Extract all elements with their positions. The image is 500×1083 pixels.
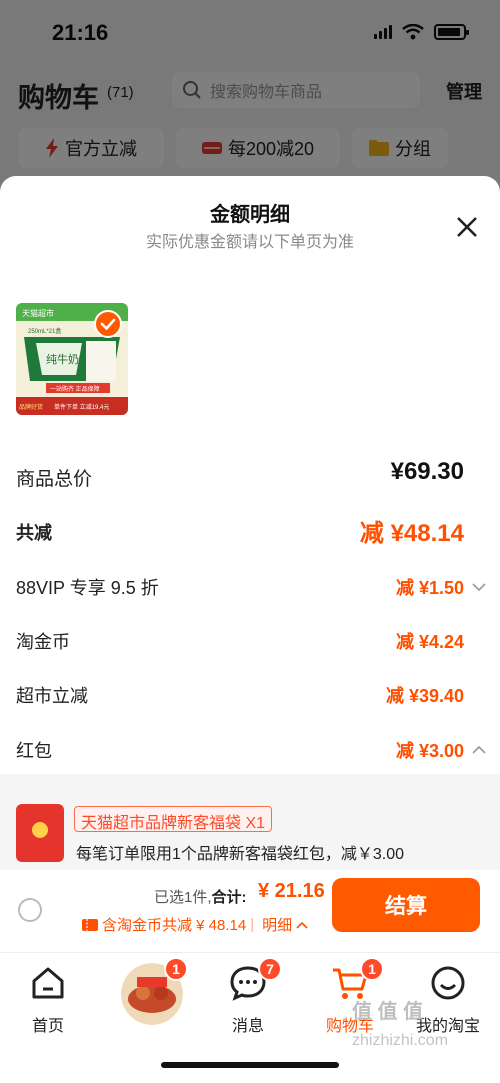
detail-value: ¥69.30 — [390, 458, 464, 485]
detail-row-88vip[interactable]: 88VIP 专享 9.5 折 减 ¥1.50 — [16, 574, 486, 604]
detail-row-taojinbi: 淘金币 减 ¥4.24 — [16, 628, 486, 658]
coupon-icon — [82, 918, 98, 931]
detail-value: 减 ¥3.00 — [395, 741, 464, 761]
detail-label: 商品总价 — [16, 469, 93, 490]
detail-row-hongbao[interactable]: 红包 减 ¥3.00 — [16, 737, 486, 767]
cart-badge: 1 — [360, 957, 384, 981]
selected-label: 已选1件, — [154, 889, 212, 906]
detail-label: 共减 — [16, 523, 52, 543]
close-icon[interactable] — [454, 214, 480, 240]
watermark-logo: 值 值 值 — [352, 1001, 424, 1023]
hongbao-tag: 天猫超市品牌新客福袋 X1 — [74, 806, 273, 832]
detail-row-supermarket-discount: 超市立减 减 ¥39.40 — [16, 682, 486, 712]
hongbao-detail: 天猫超市品牌新客福袋 X1 每笔订单限用1个品牌新客福袋红包，减￥3.00 — [0, 774, 500, 870]
amount-detail-sheet: 金额明细 实际优惠金额请以下单页为准 天猫超市 250mL*21盒 纯牛奶 一站… — [0, 176, 500, 1083]
smile-face-icon — [431, 966, 465, 1000]
tab-home[interactable]: 首页 — [8, 963, 88, 1036]
detail-value: 减 ¥1.50 — [395, 578, 464, 598]
chevron-down-icon[interactable] — [472, 582, 486, 592]
cart-page-background: 21:16 购物车 (71) 搜索购物车商品 管理 官 — [0, 0, 500, 200]
coin-discount-text: 含淘金币共减 ¥ 48.14 — [102, 917, 247, 934]
detail-value: 减 ¥39.40 — [385, 686, 464, 706]
product-bottom-text: 单件下单 立减19.4元 — [54, 403, 109, 411]
tab-label: 消息 — [231, 1018, 264, 1035]
select-all-radio[interactable] — [18, 898, 42, 922]
total-label: 合计: — [211, 889, 247, 906]
chevron-up-icon — [296, 921, 308, 929]
detail-link[interactable]: 明细 — [262, 914, 292, 935]
checkout-bar: 已选1件,合计: ¥ 21.16 含淘金币共减 ¥ 48.14 | 明细 结算 — [0, 870, 500, 952]
watermark-url: zhizhizhi.com — [352, 1032, 449, 1049]
detail-label: 红包 — [16, 741, 52, 761]
product-brand-tag: 天猫超市 — [22, 308, 54, 318]
home-indicator — [161, 1062, 339, 1068]
detail-label: 88VIP 专享 9.5 折 — [16, 578, 159, 598]
product-name: 纯牛奶 — [46, 352, 79, 366]
detail-value: 减 ¥48.14 — [359, 520, 464, 547]
detail-label: 超市立减 — [16, 686, 88, 706]
product-selected-check[interactable] — [94, 310, 122, 338]
chevron-up-icon[interactable] — [472, 745, 486, 755]
detail-label: 淘金币 — [16, 632, 70, 652]
total-value: ¥ 21.16 — [258, 880, 325, 902]
detail-row-total: 商品总价 ¥69.30 — [16, 458, 486, 494]
tab-messages[interactable]: 消息 7 — [208, 957, 288, 1036]
tab-label: 首页 — [31, 1018, 64, 1035]
messages-badge: 7 — [258, 957, 282, 981]
detail-value: 减 ¥4.24 — [395, 632, 464, 652]
red-envelope-icon — [16, 804, 64, 862]
check-icon — [100, 318, 116, 330]
product-promise: 一站购齐 正品保障 — [50, 385, 100, 393]
modal-overlay[interactable] — [0, 0, 500, 200]
tab-promo[interactable]: 1 — [112, 957, 192, 1025]
product-badge: 品牌好货 — [19, 403, 43, 411]
detail-row-total-discount: 共减 减 ¥48.14 — [16, 519, 486, 549]
checkout-button[interactable]: 结算 — [332, 878, 480, 932]
promo-badge: 1 — [164, 957, 188, 981]
coin-discount-line[interactable]: 含淘金币共减 ¥ 48.14 | 明细 — [82, 914, 308, 935]
selected-count: 已选1件,合计: — [154, 886, 247, 907]
product-spec: 250mL*21盒 — [28, 327, 61, 335]
home-icon — [32, 967, 64, 999]
hongbao-description: 每笔订单限用1个品牌新客福袋红包，减￥3.00 — [76, 846, 405, 863]
sheet-title: 金额明细 — [210, 204, 290, 226]
sheet-subtitle: 实际优惠金额请以下单页为准 — [145, 234, 354, 251]
